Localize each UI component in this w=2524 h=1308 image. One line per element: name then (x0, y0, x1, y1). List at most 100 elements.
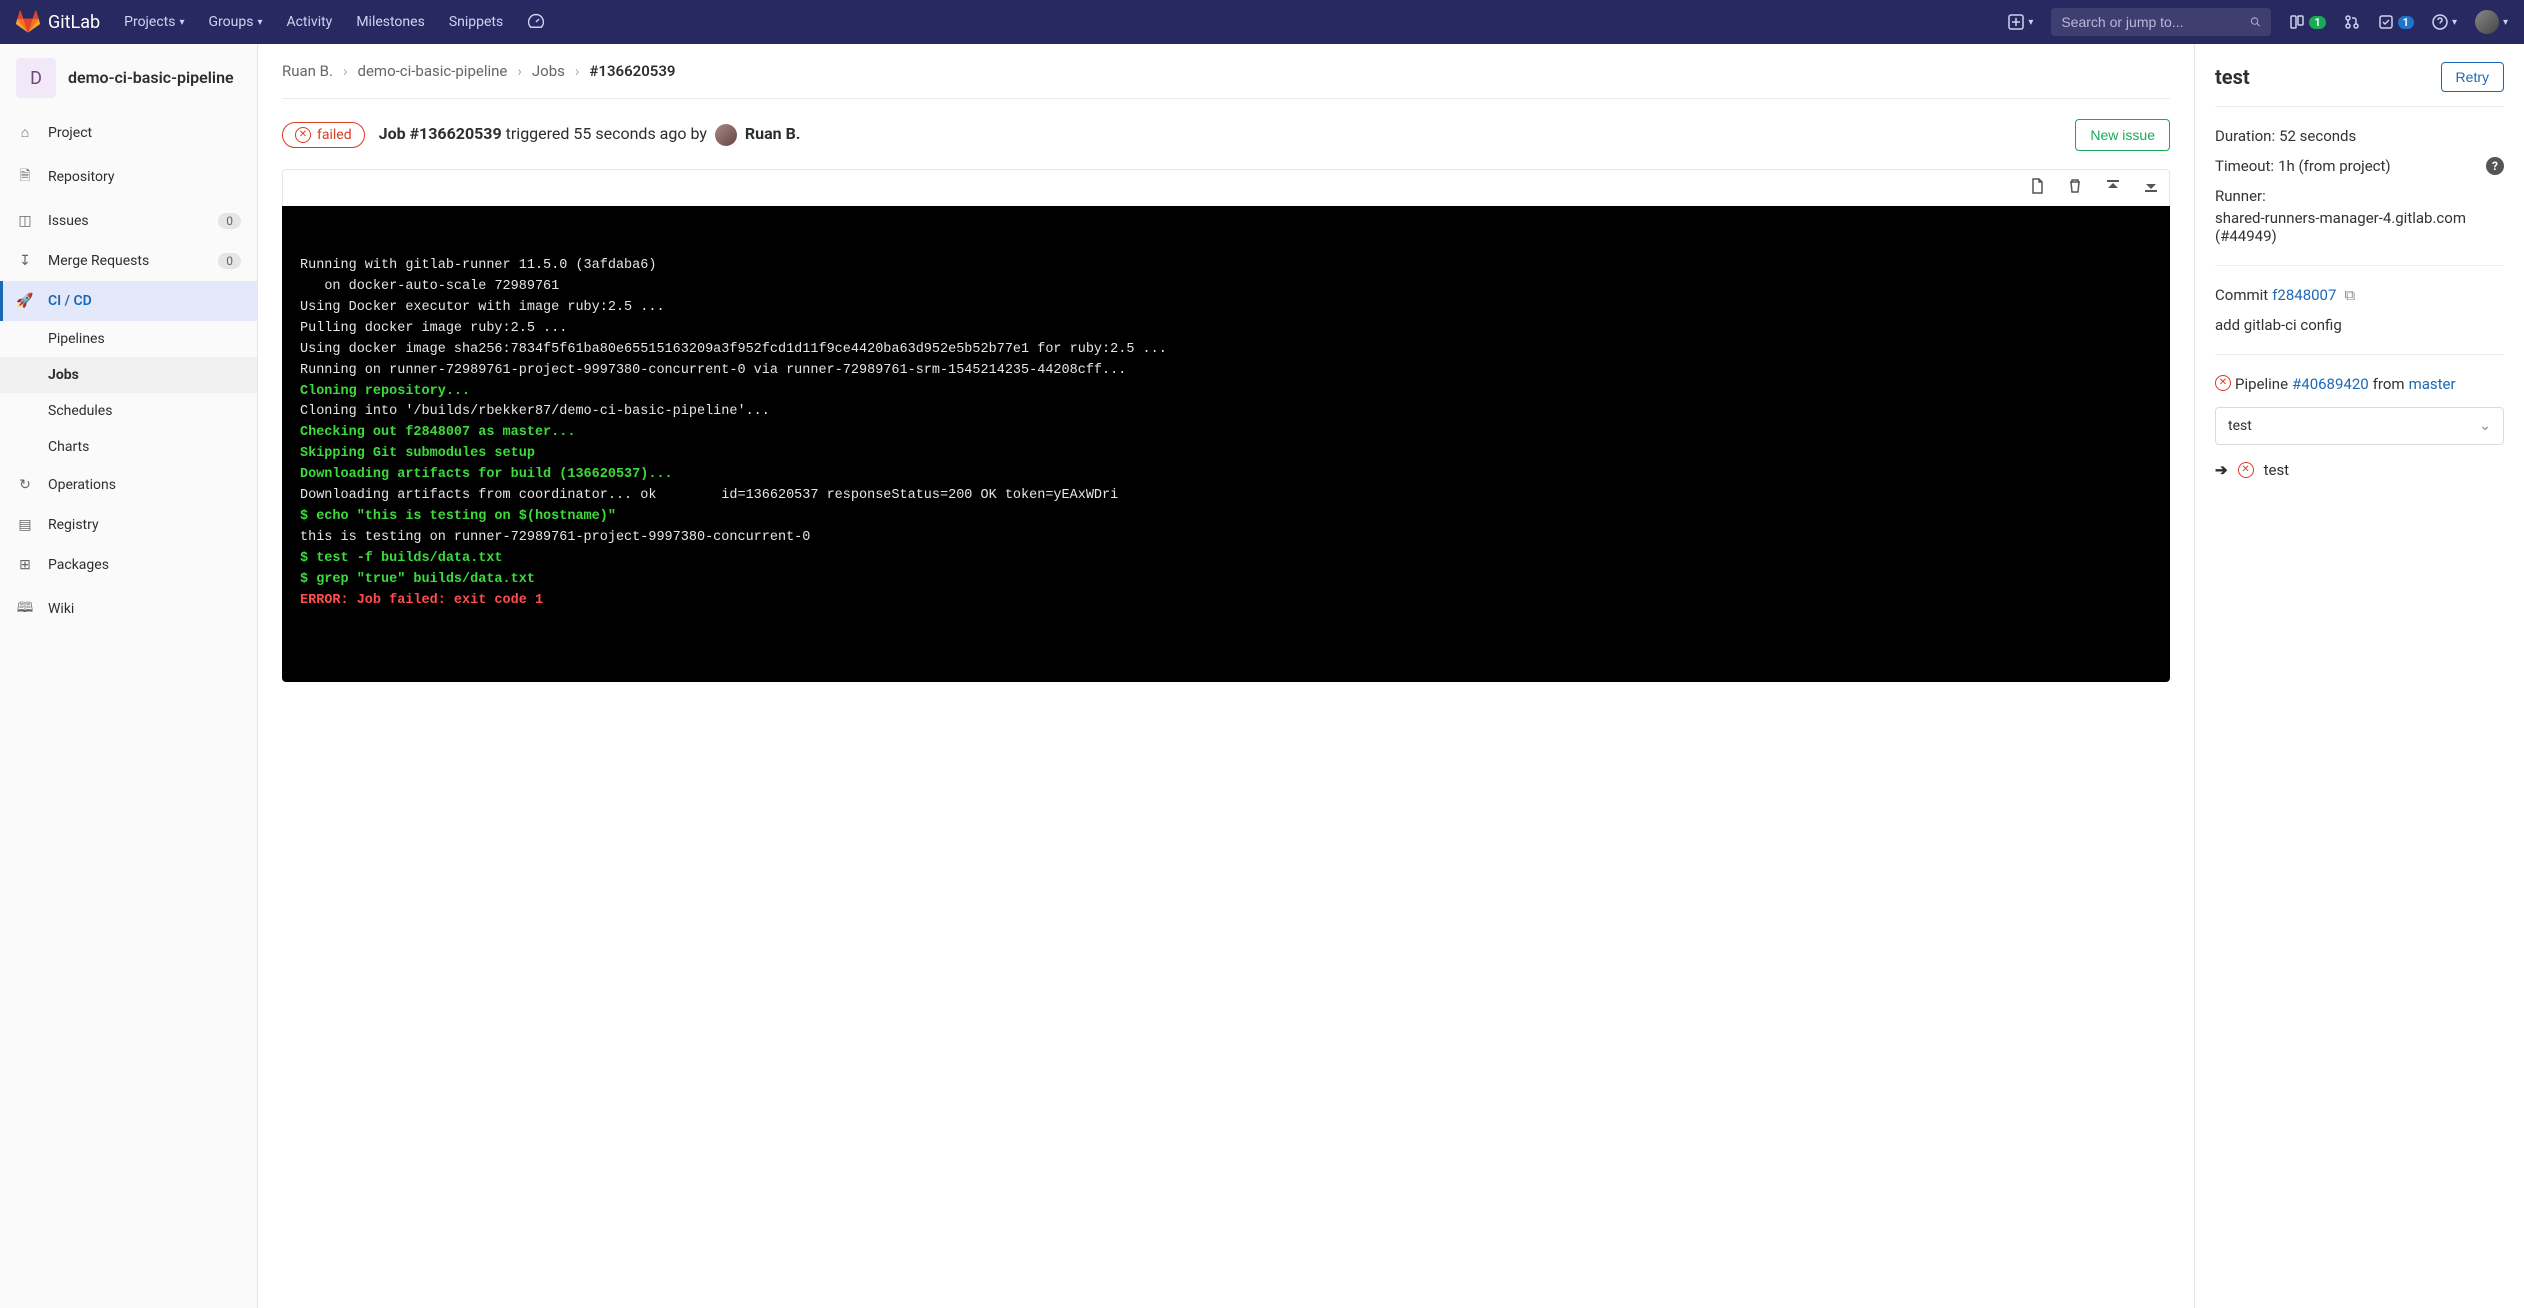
new-dropdown[interactable]: ▾ (2008, 14, 2033, 30)
issues-icon: ◫ (16, 213, 34, 229)
job-title: Job #136620539 triggered 55 seconds ago … (379, 124, 801, 146)
user-menu[interactable]: ▾ (2475, 10, 2508, 34)
sidebar-item-cicd[interactable]: 🚀CI / CD (0, 281, 257, 321)
retry-button[interactable]: Retry (2441, 62, 2504, 92)
brand-text: GitLab (48, 12, 100, 33)
copy-icon[interactable]: ⧉ (2344, 286, 2355, 304)
chevron-down-icon: ⌄ (2479, 418, 2491, 434)
crumb-owner[interactable]: Ruan B. (282, 62, 333, 80)
crumb-sep: › (575, 62, 580, 80)
chevron-down-icon: ▾ (257, 17, 262, 28)
crumb-current: #136620539 (589, 62, 675, 80)
sidebar-item-packages[interactable]: ⊞Packages (0, 545, 257, 585)
log-toolbar (282, 169, 2170, 206)
home-icon: ⌂ (16, 124, 34, 141)
gitlab-logo[interactable]: GitLab (16, 10, 100, 34)
sidebar-item-merge-requests[interactable]: ↧Merge Requests0 (0, 241, 257, 281)
status-text: failed (317, 127, 352, 143)
file-icon: 🗎 (16, 165, 34, 189)
nav-groups[interactable]: Groups▾ (209, 14, 263, 30)
avatar (2475, 10, 2499, 34)
sidebar-sub-jobs[interactable]: Jobs (0, 357, 257, 393)
scroll-top-icon[interactable] (2105, 178, 2121, 198)
stage-select[interactable]: test ⌄ (2215, 407, 2504, 445)
timeout-value: 1h (from project) (2278, 157, 2391, 175)
sidebar-item-repository[interactable]: 🗎Repository (0, 153, 257, 201)
issues-badge: 1 (2309, 16, 2325, 29)
triggered-text: triggered 55 seconds ago by (502, 124, 711, 143)
breadcrumbs: Ruan B. › demo-ci-basic-pipeline › Jobs … (282, 44, 2170, 99)
sidebar-sub-charts[interactable]: Charts (0, 429, 257, 465)
chevron-down-icon: ▾ (2452, 17, 2457, 28)
x-circle-icon: ✕ (2215, 375, 2231, 391)
duration-row: Duration: 52 seconds (2215, 121, 2504, 151)
nav-activity[interactable]: Activity (286, 14, 332, 30)
crumb-sep: › (343, 62, 348, 80)
commit-sha-link[interactable]: f2848007 (2272, 286, 2336, 304)
todos-icon (2378, 14, 2394, 30)
user-avatar[interactable] (715, 124, 737, 146)
search-box[interactable] (2051, 8, 2271, 36)
new-issue-button[interactable]: New issue (2075, 119, 2170, 151)
sidebar-item-operations[interactable]: ↻Operations (0, 465, 257, 505)
sidebar-item-registry[interactable]: ▤Registry (0, 505, 257, 545)
header-right: ▾ 1 1 ▾ ▾ (2008, 8, 2508, 36)
top-header: GitLab Projects▾ Groups▾ Activity Milest… (0, 0, 2524, 44)
header-merge-requests[interactable] (2344, 14, 2360, 30)
sidebar-item-wiki[interactable]: 🕮Wiki (0, 585, 257, 633)
crumb-sep: › (517, 62, 522, 80)
nav-projects[interactable]: Projects▾ (124, 14, 184, 30)
chevron-down-icon: ▾ (2028, 17, 2033, 28)
chevron-down-icon: ▾ (179, 17, 184, 28)
registry-icon: ▤ (16, 517, 34, 533)
sidebar-item-issues[interactable]: ◫Issues0 (0, 201, 257, 241)
project-avatar: D (16, 58, 56, 98)
issues-count: 0 (218, 213, 241, 229)
arrow-right-icon: ➔ (2215, 461, 2228, 479)
job-name-title: test (2215, 65, 2250, 89)
scroll-bottom-icon[interactable] (2143, 178, 2159, 198)
job-id: Job #136620539 (379, 124, 502, 143)
search-input[interactable] (2061, 14, 2242, 30)
help-icon[interactable]: ? (2486, 157, 2504, 175)
erase-log-icon[interactable] (2067, 178, 2083, 198)
job-log[interactable]: Running with gitlab-runner 11.5.0 (3afda… (282, 206, 2170, 682)
project-header[interactable]: D demo-ci-basic-pipeline (0, 44, 257, 112)
rocket-icon: 🚀 (16, 293, 34, 309)
merge-request-icon: ↧ (16, 253, 34, 269)
current-job-row[interactable]: ➔ ✕ test (2215, 445, 2504, 479)
merge-request-icon (2344, 14, 2360, 30)
runner-value: shared-runners-manager-4.gitlab.com (#44… (2215, 209, 2504, 245)
project-name: demo-ci-basic-pipeline (68, 68, 234, 87)
wiki-icon: 🕮 (16, 597, 34, 621)
header-issues[interactable]: 1 (2289, 14, 2325, 30)
pipeline-link[interactable]: #40689420 (2292, 375, 2369, 393)
sidebar-sub-schedules[interactable]: Schedules (0, 393, 257, 429)
tanuki-icon (16, 10, 40, 34)
nav-dashboard-icon[interactable] (527, 13, 545, 31)
mr-count: 0 (218, 253, 241, 269)
status-pill-failed: ✕ failed (282, 122, 365, 148)
duration-value: 52 seconds (2279, 127, 2356, 145)
sidebar-sub-pipelines[interactable]: Pipelines (0, 321, 257, 357)
help-icon (2432, 14, 2448, 30)
todos-badge: 1 (2398, 16, 2414, 29)
raw-log-icon[interactable] (2029, 178, 2045, 198)
job-header: ✕ failed Job #136620539 triggered 55 sec… (282, 99, 2170, 169)
runner-row: Runner: shared-runners-manager-4.gitlab.… (2215, 181, 2504, 251)
issues-icon (2289, 14, 2305, 30)
crumb-jobs[interactable]: Jobs (532, 62, 565, 80)
branch-link[interactable]: master (2409, 375, 2456, 393)
job-name: test (2264, 461, 2290, 479)
sidebar-item-project[interactable]: ⌂Project (0, 112, 257, 153)
x-circle-icon: ✕ (2238, 462, 2254, 478)
nav-milestones[interactable]: Milestones (356, 14, 425, 30)
job-details-panel: test Retry Duration: 52 seconds Timeout:… (2194, 44, 2524, 1308)
commit-message: add gitlab-ci config (2215, 310, 2504, 340)
stage-name: test (2228, 418, 2252, 434)
header-todos[interactable]: 1 (2378, 14, 2414, 30)
crumb-project[interactable]: demo-ci-basic-pipeline (358, 62, 508, 80)
header-help[interactable]: ▾ (2432, 14, 2457, 30)
nav-snippets[interactable]: Snippets (449, 14, 503, 30)
triggered-by-user[interactable]: Ruan B. (745, 124, 801, 143)
